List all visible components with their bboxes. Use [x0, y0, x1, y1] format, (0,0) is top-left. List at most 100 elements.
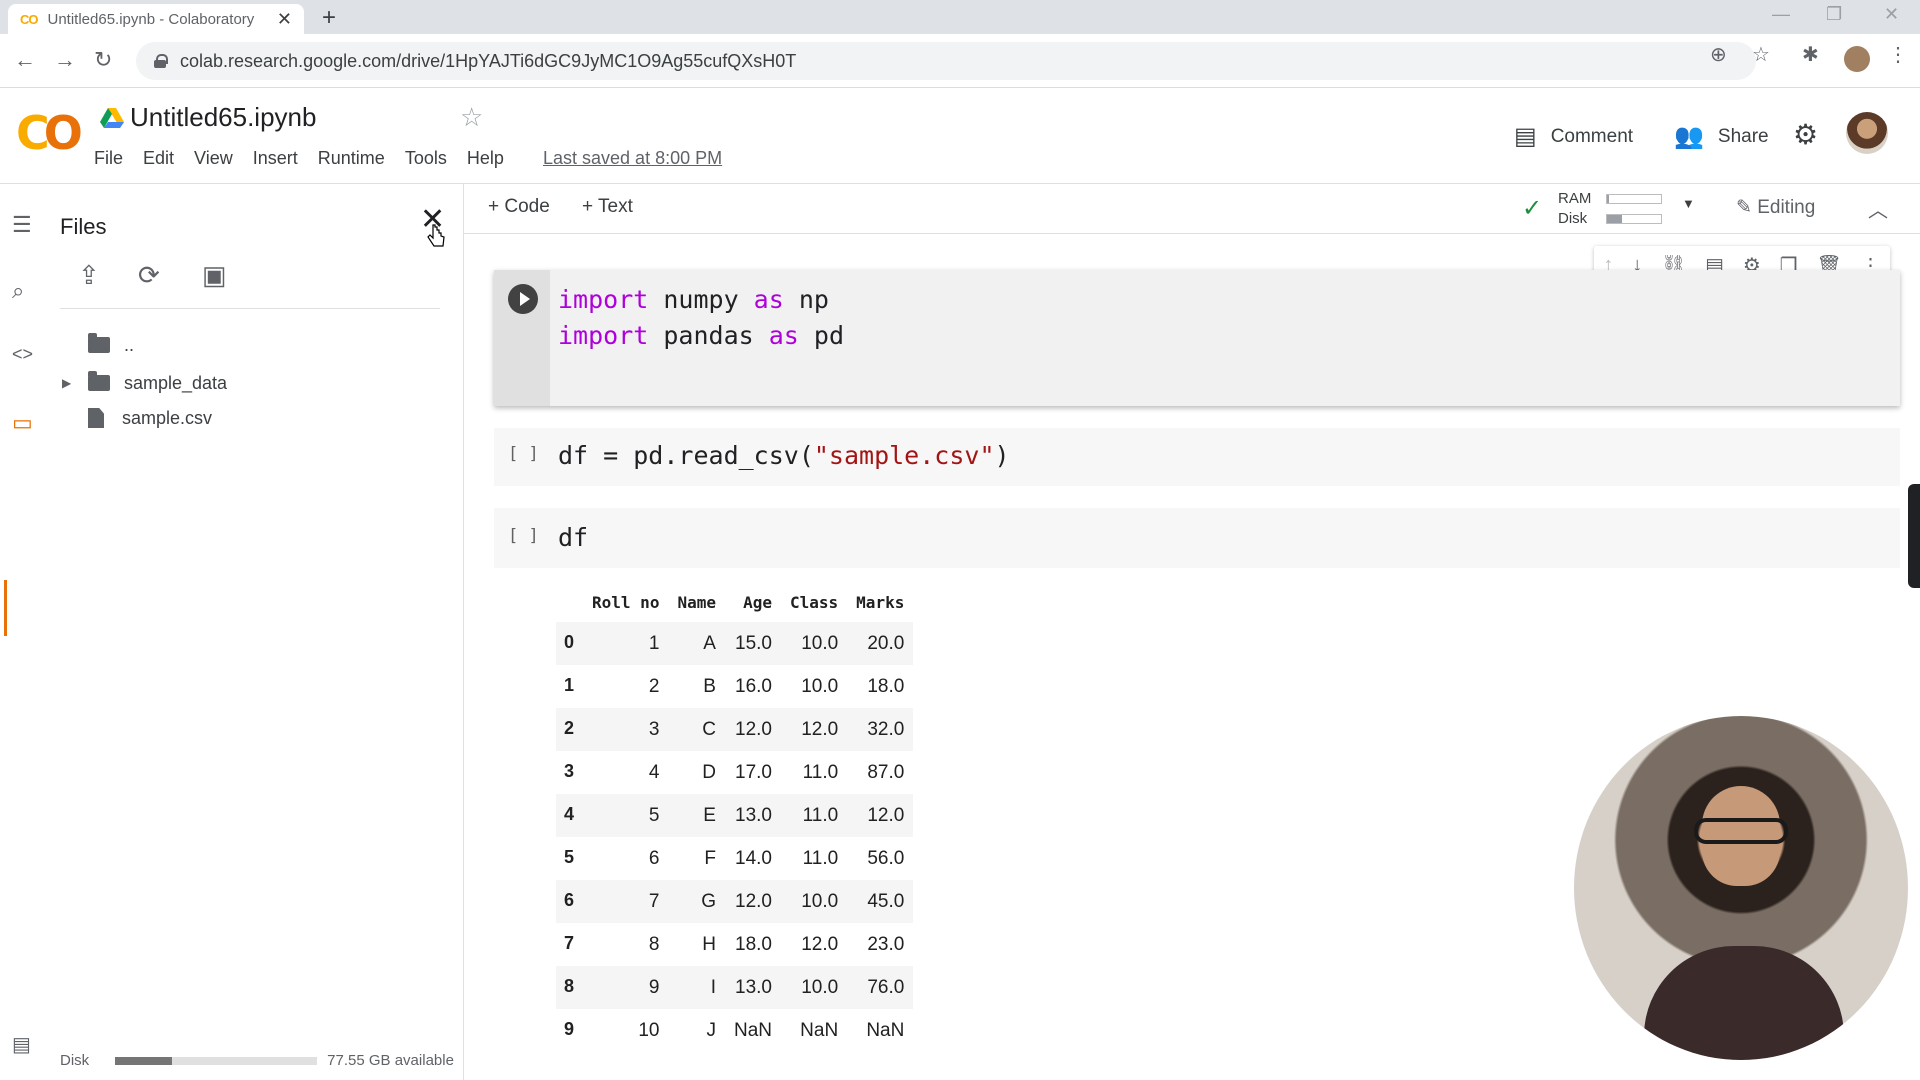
restore-window-icon[interactable]: ❐: [1826, 4, 1842, 25]
menu-edit[interactable]: Edit: [143, 148, 174, 169]
table-row: 0 1 A 15.0 10.0 20.0: [556, 622, 914, 665]
editing-mode-button[interactable]: ✎ Editing: [1736, 196, 1815, 219]
table-cell: 17.0: [735, 761, 772, 783]
table-cell: C: [702, 718, 716, 740]
tree-item-sample-data[interactable]: ▶ sample_data: [62, 368, 227, 398]
run-cell-button[interactable]: [508, 284, 538, 314]
table-cell: 4: [648, 761, 660, 783]
table-cell: 11.0: [802, 804, 839, 826]
url-text: colab.research.google.com/drive/1HpYAJTi…: [180, 50, 797, 71]
tree-item-label: sample.csv: [122, 407, 213, 428]
table-cell: G: [701, 890, 716, 912]
address-bar[interactable]: colab.research.google.com/drive/1HpYAJTi…: [136, 42, 1756, 80]
resources-indicator[interactable]: ✓ RAM Disk ▼: [1522, 186, 1702, 230]
add-text-button[interactable]: + Text: [582, 196, 633, 218]
tree-item-sample-csv[interactable]: sample.csv: [84, 403, 212, 433]
code-editor[interactable]: df: [558, 520, 588, 556]
table-row: 6 7 G 12.0 10.0 45.0: [556, 880, 914, 923]
code-editor[interactable]: import numpy as np import pandas as pd: [558, 282, 844, 354]
execution-count[interactable]: [ ]: [508, 526, 539, 546]
table-cell: 10.0: [801, 976, 839, 998]
connect-dropdown-icon[interactable]: ▼: [1682, 196, 1695, 211]
active-indicator: [4, 580, 7, 636]
add-code-button[interactable]: + Code: [488, 196, 550, 218]
back-icon[interactable]: ←: [14, 47, 36, 73]
bookmark-star-icon[interactable]: ☆: [1752, 42, 1770, 67]
code-cell[interactable]: [ ] df: [494, 508, 1900, 568]
reload-icon[interactable]: ↻: [94, 47, 112, 73]
row-index: 5: [564, 847, 575, 867]
disk-bar: [1606, 214, 1662, 224]
editing-label: Editing: [1757, 197, 1816, 218]
column-header: Name: [677, 593, 716, 612]
upload-file-icon[interactable]: ⇪: [78, 260, 100, 291]
browser-menu-icon[interactable]: ⋮: [1888, 42, 1908, 67]
table-cell: H: [702, 933, 716, 955]
menu-view[interactable]: View: [194, 148, 233, 169]
code-cell[interactable]: [ ] df = pd.read_csv("sample.csv"): [494, 428, 1900, 486]
menu-runtime[interactable]: Runtime: [318, 148, 385, 169]
close-window-icon[interactable]: ✕: [1884, 4, 1899, 25]
code-snippets-icon[interactable]: <>: [12, 344, 33, 365]
mount-drive-icon[interactable]: ▣: [202, 260, 227, 291]
files-folder-icon[interactable]: ▭: [12, 410, 33, 436]
table-of-contents-icon[interactable]: ☰: [12, 212, 32, 238]
share-button[interactable]: 👥 Share: [1674, 122, 1769, 151]
cell-gutter: [494, 270, 550, 406]
forward-icon[interactable]: →: [54, 47, 76, 73]
row-index: 1: [564, 675, 575, 695]
new-tab-button[interactable]: +: [322, 4, 336, 32]
zoom-icon[interactable]: ⊕: [1710, 42, 1727, 67]
table-cell: 15.0: [735, 632, 772, 654]
search-icon[interactable]: ⌕: [12, 278, 24, 304]
row-index: 7: [564, 933, 575, 953]
table-cell: 18.0: [867, 675, 905, 697]
refresh-folder-icon[interactable]: ⟳: [138, 260, 160, 291]
table-cell: 45.0: [867, 890, 905, 912]
last-saved-link[interactable]: Last saved at 8:00 PM: [543, 148, 722, 169]
menu-file[interactable]: File: [94, 148, 123, 169]
share-label: Share: [1717, 125, 1769, 147]
colab-logo[interactable]: CO: [16, 106, 83, 160]
table-cell: 6: [648, 847, 660, 869]
disk-usage-fill: [115, 1056, 172, 1065]
execution-count[interactable]: [ ]: [508, 444, 539, 464]
table-cell: 9: [648, 976, 660, 998]
notebook-title[interactable]: Untitled65.ipynb: [130, 102, 316, 133]
terminal-icon[interactable]: ▤: [12, 1032, 31, 1057]
ram-bar: [1606, 194, 1662, 204]
disk-available: 77.55 GB available: [327, 1052, 454, 1069]
table-cell: 12.0: [801, 933, 839, 955]
scrollbar-thumb[interactable]: [1908, 484, 1920, 588]
code-editor[interactable]: df = pd.read_csv("sample.csv"): [558, 438, 1010, 474]
table-cell: 56.0: [867, 847, 905, 869]
table-cell: 18.0: [735, 933, 772, 955]
minimize-window-icon[interactable]: —: [1772, 4, 1790, 25]
disk-label-toolbar: Disk: [1558, 210, 1588, 227]
table-row: 1 2 B 16.0 10.0 18.0: [556, 665, 913, 708]
files-panel: Files ✕ ⇪ ⟳ ▣ .. ▶ sample_data sample.cs…: [48, 184, 464, 1080]
table-row: 2 3 C 12.0 12.0 32.0: [556, 708, 914, 751]
browser-tab[interactable]: CO Untitled65.ipynb - Colaboratory ✕: [8, 4, 304, 34]
code-cell[interactable]: import numpy as np import pandas as pd: [494, 270, 1900, 406]
close-tab-icon[interactable]: ✕: [277, 9, 292, 30]
tree-item-parent[interactable]: ..: [88, 330, 134, 360]
collapse-header-icon[interactable]: ︿: [1868, 194, 1888, 223]
column-header: Roll no: [592, 593, 660, 612]
browser-profile-avatar[interactable]: [1844, 46, 1870, 72]
expand-caret-icon[interactable]: ▶: [62, 376, 88, 390]
settings-gear-icon[interactable]: ⚙: [1793, 118, 1818, 151]
comment-button[interactable]: ▤ Comment: [1514, 122, 1633, 151]
colab-header: CO Untitled65.ipynb ☆ File Edit View Ins…: [0, 88, 1920, 184]
mouse-cursor-icon: [427, 224, 445, 247]
disk-label: Disk: [60, 1052, 90, 1069]
menu-tools[interactable]: Tools: [405, 148, 447, 169]
table-cell: 11.0: [802, 761, 839, 783]
menu-help[interactable]: Help: [467, 148, 504, 169]
table-header-row: Roll no Name Age Class Marks: [556, 585, 913, 622]
account-avatar[interactable]: [1846, 112, 1888, 154]
star-notebook-icon[interactable]: ☆: [460, 102, 483, 133]
extensions-icon[interactable]: ✱: [1802, 42, 1819, 67]
menu-insert[interactable]: Insert: [253, 148, 298, 169]
table-cell: 10.0: [801, 632, 839, 654]
